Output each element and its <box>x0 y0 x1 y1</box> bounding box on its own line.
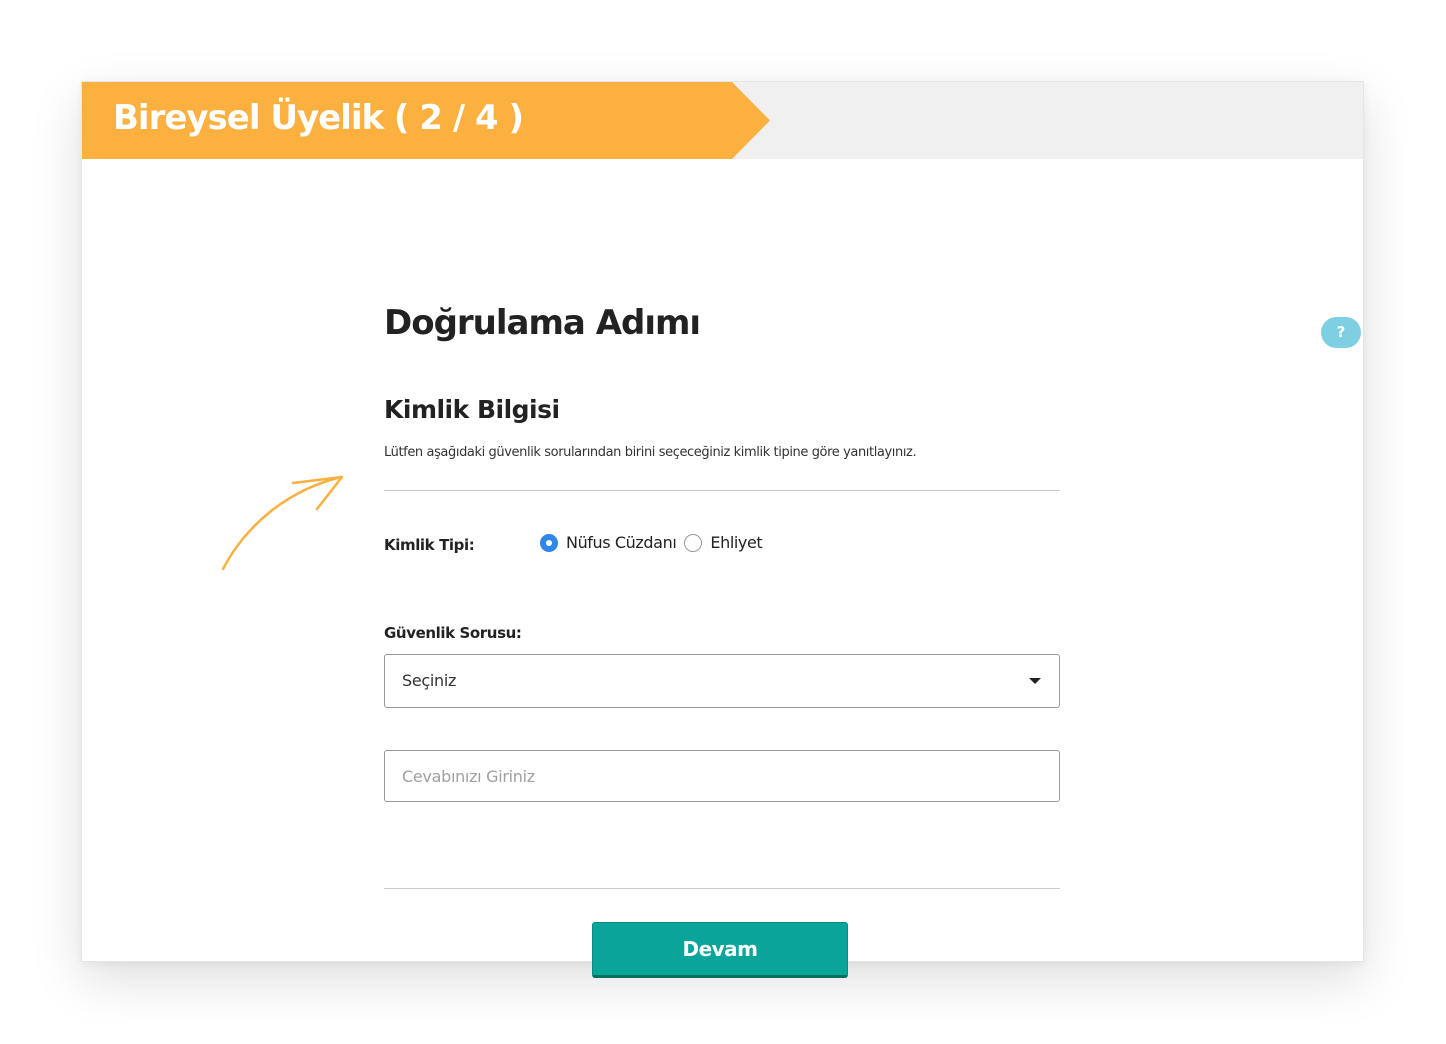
bottom-divider <box>384 888 1060 889</box>
id-type-radio-group: Nüfus Cüzdanı Ehliyet <box>540 533 770 552</box>
step-ribbon: Bireysel Üyelik ( 2 / 4 ) <box>82 82 770 159</box>
page-title: Doğrulama Adımı <box>384 303 701 343</box>
header-bar: Bireysel Üyelik ( 2 / 4 ) <box>82 82 1363 159</box>
radio-checked-icon[interactable] <box>540 533 558 552</box>
help-icon[interactable]: ? <box>1321 317 1361 348</box>
radio-label-nufus-cuzdani[interactable]: Nüfus Cüzdanı <box>566 533 677 552</box>
radio-unchecked-icon[interactable] <box>684 533 703 552</box>
id-type-label: Kimlik Tipi: <box>384 536 475 554</box>
security-question-select[interactable]: Seçiniz <box>384 654 1060 708</box>
radio-option-ehliyet[interactable]: Ehliyet <box>684 533 763 552</box>
step-title: Bireysel Üyelik ( 2 / 4 ) <box>113 98 524 138</box>
section-title: Kimlik Bilgisi <box>384 395 560 424</box>
top-divider <box>384 490 1060 491</box>
pointer-arrow-icon <box>221 475 344 571</box>
answer-input[interactable] <box>384 750 1060 802</box>
caret-down-icon <box>1029 678 1041 684</box>
continue-button[interactable]: Devam <box>592 922 848 978</box>
section-description: Lütfen aşağıdaki güvenlik sorularından b… <box>384 445 917 460</box>
radio-label-ehliyet[interactable]: Ehliyet <box>710 533 762 552</box>
security-question-label: Güvenlik Sorusu: <box>384 624 522 642</box>
radio-option-nufus-cuzdani[interactable]: Nüfus Cüzdanı <box>540 533 677 552</box>
select-value: Seçiniz <box>402 671 457 690</box>
